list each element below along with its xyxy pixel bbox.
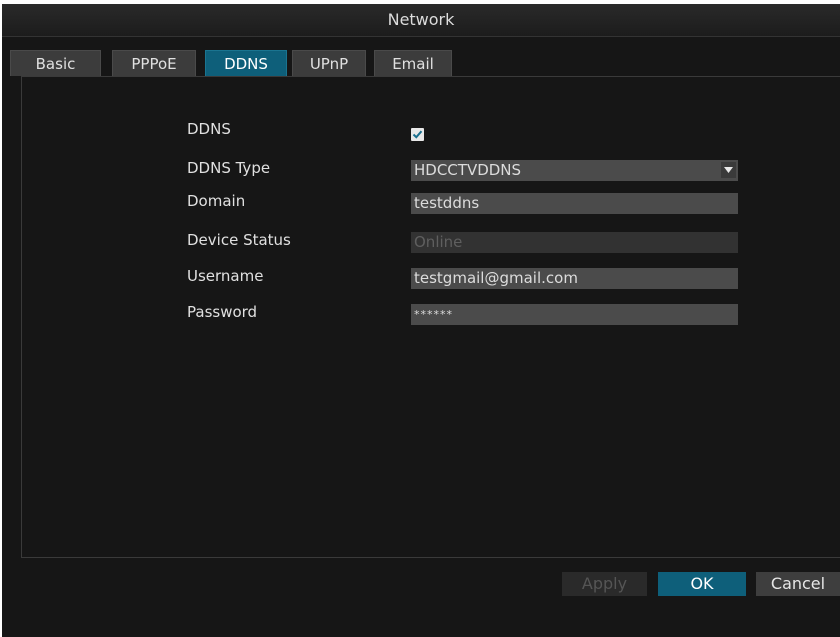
device-status-label: Device Status [187, 231, 291, 249]
username-input[interactable]: testgmail@gmail.com [411, 268, 738, 289]
tab-pppoe[interactable]: PPPoE [112, 50, 196, 76]
network-window: Network Basic PPPoE DDNS UPnP Email DDNS… [2, 4, 840, 637]
ddns-enable-label: DDNS [187, 120, 231, 138]
ddns-type-value: HDCCTVDDNS [414, 161, 522, 179]
device-status-field: Online [411, 232, 738, 253]
window-title: Network [2, 4, 840, 37]
domain-label: Domain [187, 192, 246, 210]
dropdown-button[interactable] [721, 162, 736, 178]
tab-upnp[interactable]: UPnP [292, 50, 366, 76]
check-icon [412, 130, 423, 139]
username-label: Username [187, 267, 264, 285]
tab-ddns[interactable]: DDNS [205, 50, 287, 76]
tab-email[interactable]: Email [374, 50, 452, 76]
cancel-button[interactable]: Cancel [756, 572, 840, 596]
password-input[interactable]: ****** [411, 304, 738, 325]
caret-down-icon [724, 167, 733, 173]
apply-button[interactable]: Apply [562, 572, 647, 596]
domain-input[interactable]: testddns [411, 193, 738, 214]
ok-button[interactable]: OK [658, 572, 746, 596]
ddns-type-label: DDNS Type [187, 159, 271, 177]
ddns-type-select[interactable]: HDCCTVDDNS [411, 160, 738, 181]
password-label: Password [187, 303, 258, 321]
tab-basic[interactable]: Basic [10, 50, 101, 76]
ddns-enable-checkbox[interactable] [411, 128, 424, 141]
